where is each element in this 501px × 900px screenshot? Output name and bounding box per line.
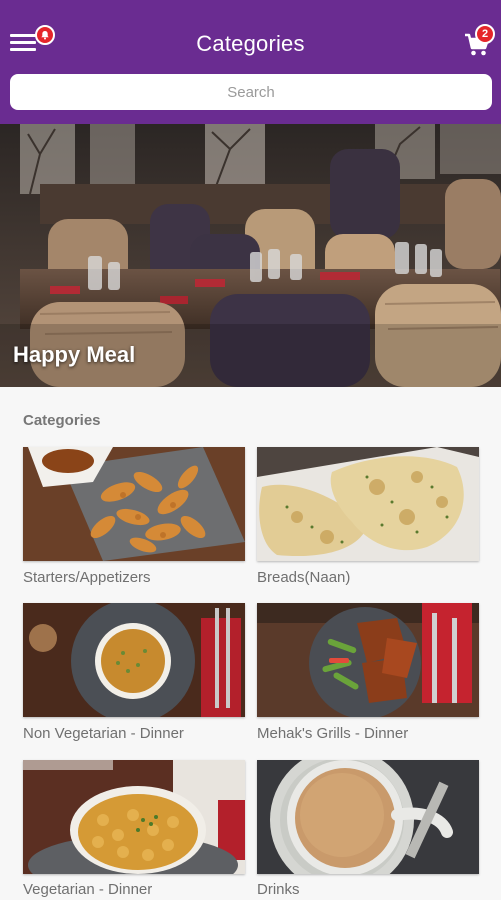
category-label[interactable]: Breads(Naan) (257, 569, 350, 586)
category-card-grills[interactable] (257, 603, 479, 717)
category-card-starters[interactable] (23, 447, 245, 561)
search-input[interactable] (10, 74, 492, 110)
category-label[interactable]: Starters/Appetizers (23, 569, 151, 586)
category-label[interactable]: Mehak's Grills - Dinner (257, 725, 408, 742)
tea-cup-photo (257, 760, 479, 874)
section-title: Categories (23, 412, 101, 429)
category-label[interactable]: Vegetarian - Dinner (23, 881, 152, 898)
cart-count-badge: 2 (475, 24, 495, 44)
grilled-chicken-photo (257, 603, 479, 717)
category-card-non-vegetarian[interactable] (23, 603, 245, 717)
category-card-breads[interactable] (257, 447, 479, 561)
category-label[interactable]: Drinks (257, 881, 300, 898)
page-title: Categories (196, 31, 305, 56)
category-card-drinks[interactable] (257, 760, 479, 874)
naan-bread-photo (257, 447, 479, 561)
category-card-vegetarian[interactable] (23, 760, 245, 874)
app-header: Categories 2 (0, 0, 501, 124)
category-label[interactable]: Non Vegetarian - Dinner (23, 725, 184, 742)
fried-starters-photo (23, 447, 245, 561)
hero-title: Happy Meal (13, 342, 136, 367)
curry-bowl-photo (23, 603, 245, 717)
chickpea-curry-photo (23, 760, 245, 874)
